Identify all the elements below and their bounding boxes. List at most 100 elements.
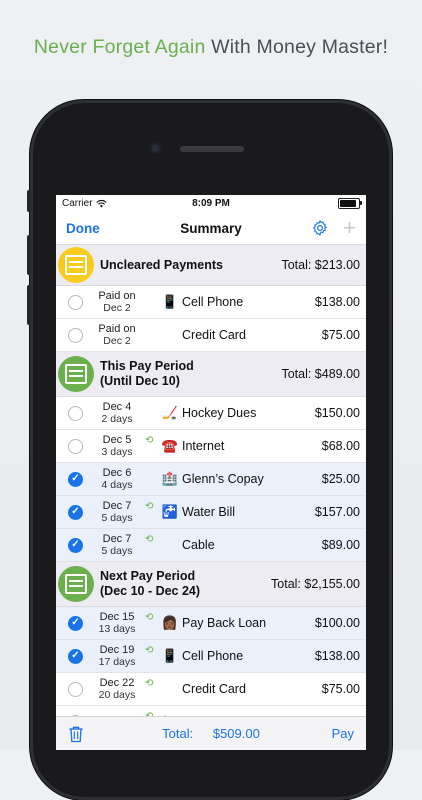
days-until: Dec 2: [103, 302, 131, 314]
due-date-label: Dec 4: [102, 401, 132, 413]
volume-down-button: [27, 285, 31, 325]
paid-checkbox[interactable]: [68, 294, 83, 310]
status-bar: Carrier 8:09 PM: [56, 195, 366, 212]
due-date: Dec 64 days: [83, 467, 151, 491]
payment-name: Credit Card: [182, 328, 246, 342]
payment-amount: $138.00: [314, 649, 360, 663]
recurring-icon: ⟲: [145, 434, 154, 446]
payment-row[interactable]: Dec 64 days 🏥Glenn’s Copay $25.00: [56, 463, 366, 496]
payment-amount: $75.00: [321, 328, 360, 342]
payment-row[interactable]: Dec 42 days 🏒 Hockey Dues $150.00: [56, 397, 366, 430]
total-label: Total:: [162, 726, 194, 741]
days-until: 5 days: [101, 545, 133, 557]
payment-row[interactable]: Dec 1917 days⟲📱Cell Phone$138.00: [56, 640, 366, 673]
payment-amount: $68.00: [321, 439, 360, 453]
due-date-label: Paid on: [98, 290, 136, 302]
due-date: Dec 15 13 days: [83, 611, 151, 635]
payment-amount: $89.00: [321, 538, 360, 552]
payment-amount: $75.00: [321, 682, 360, 696]
paid-checkbox[interactable]: [68, 438, 83, 454]
battery-icon: [338, 198, 362, 209]
section-title-line2: (Until Dec 10): [100, 374, 180, 388]
due-date-label: Dec 22: [99, 677, 135, 689]
recurring-icon: ⟲: [145, 677, 154, 689]
payment-row[interactable]: Paid on Dec 2 Credit Card $75.00: [56, 319, 366, 352]
payment-amount: $138.00: [314, 295, 360, 309]
recurring-icon: ⟲: [145, 611, 154, 623]
app-screen: Carrier 8:09 PM Done Summary + Uncleared…: [56, 195, 366, 750]
category-emoji: 📱: [161, 648, 179, 663]
recurring-icon: ⟲: [145, 644, 154, 656]
section-title: This Pay Period (Until Dec 10): [100, 359, 281, 389]
done-button[interactable]: Done: [66, 221, 100, 236]
days-until: 20 days: [98, 689, 136, 701]
due-date-label: Dec 19: [99, 644, 135, 656]
add-icon[interactable]: +: [343, 217, 356, 239]
payment-row[interactable]: Dec 22 20 days ⟲ Credit Card $75.00: [56, 673, 366, 706]
due-date: Dec 19 17 days: [83, 644, 151, 668]
payment-row[interactable]: Dec 53 days ⟲ ☎️ Internet $68.00: [56, 430, 366, 463]
days-until: Dec 2: [103, 335, 131, 347]
marketing-headline: Never Forget Again With Money Master!: [0, 36, 422, 59]
due-date: Paid on Dec 2: [83, 290, 151, 314]
due-date: Dec 53 days: [83, 434, 151, 458]
paid-checkbox[interactable]: [68, 648, 83, 664]
section-header: This Pay Period (Until Dec 10) Total: $489…: [56, 352, 366, 397]
category-emoji: 👩🏾: [161, 615, 179, 630]
due-date-label: Dec 15: [99, 611, 135, 623]
due-date: Dec 42 days: [83, 401, 151, 425]
days-until: 17 days: [98, 656, 136, 668]
section-header: Uncleared Payments Total: $213.00: [56, 245, 366, 286]
payment-row[interactable]: Paid on Dec 2 📱 Cell Phone $138.00: [56, 286, 366, 319]
section-header: Next Pay Period (Dec 10 - Dec 24) Total: $…: [56, 562, 366, 607]
days-until: 2 days: [101, 413, 133, 425]
trash-icon[interactable]: [66, 724, 86, 744]
payment-name: Credit Card: [182, 682, 246, 696]
category-emoji: 🚰: [161, 504, 179, 519]
section-title: Uncleared Payments: [100, 258, 281, 273]
paid-checkbox[interactable]: [68, 615, 83, 631]
due-date: Dec 75 days: [83, 533, 151, 557]
pay-button[interactable]: Pay: [332, 726, 354, 741]
due-date: Dec 75 days: [83, 500, 151, 524]
paid-checkbox[interactable]: [68, 471, 83, 487]
payment-name: Cell Phone: [182, 295, 244, 309]
payment-row[interactable]: Dec 75 days⟲🚰Water Bill$157.00: [56, 496, 366, 529]
category-emoji: ☎️: [161, 438, 179, 453]
due-date: Dec 22 20 days: [83, 677, 151, 701]
payment-amount: $157.00: [314, 505, 360, 519]
mute-switch: [27, 190, 31, 212]
due-date: Paid on Dec 2: [83, 323, 151, 347]
payment-row[interactable]: Dec 1513 days⟲👩🏾Pay Back Loan$100.00: [56, 607, 366, 640]
status-time: 8:09 PM: [192, 198, 230, 209]
payment-row[interactable]: Dec 75 days⟲ Cable $89.00: [56, 529, 366, 562]
category-emoji: 📱: [161, 294, 179, 309]
payment-amount: $100.00: [314, 616, 360, 630]
section-total: Total: $213.00: [281, 258, 360, 272]
recurring-icon: ⟲: [145, 533, 154, 545]
gear-icon[interactable]: [311, 219, 329, 237]
due-date-label: Paid on: [98, 323, 136, 335]
paid-checkbox[interactable]: [68, 327, 83, 343]
days-until: 13 days: [98, 623, 136, 635]
payments-list: Uncleared Payments Total: $213.00 Paid on D…: [56, 245, 366, 739]
paid-checkbox[interactable]: [68, 681, 83, 697]
earpiece-speaker: [180, 146, 244, 152]
paid-checkbox[interactable]: [68, 537, 83, 553]
bottom-toolbar: Total: $509.00 Pay: [56, 716, 366, 750]
payment-name: Cable: [182, 538, 215, 552]
category-emoji: 🏒: [161, 405, 179, 420]
section-title-line1: This Pay Period: [100, 359, 194, 373]
section-total: Total: $489.00: [281, 367, 360, 381]
section-title-line1: Uncleared Payments: [100, 257, 223, 272]
card-icon: [58, 247, 94, 283]
section-title-line1: Next Pay Period: [100, 569, 196, 583]
days-until: 4 days: [101, 479, 133, 491]
payment-name: Internet: [182, 439, 225, 453]
payment-name: Hockey Dues: [182, 406, 257, 420]
volume-up-button: [27, 235, 31, 275]
paid-checkbox[interactable]: [68, 405, 83, 421]
paid-checkbox[interactable]: [68, 504, 83, 520]
payment-name: Glenn’s Copay: [182, 472, 264, 486]
section-total: Total: $2,155.00: [271, 577, 360, 591]
